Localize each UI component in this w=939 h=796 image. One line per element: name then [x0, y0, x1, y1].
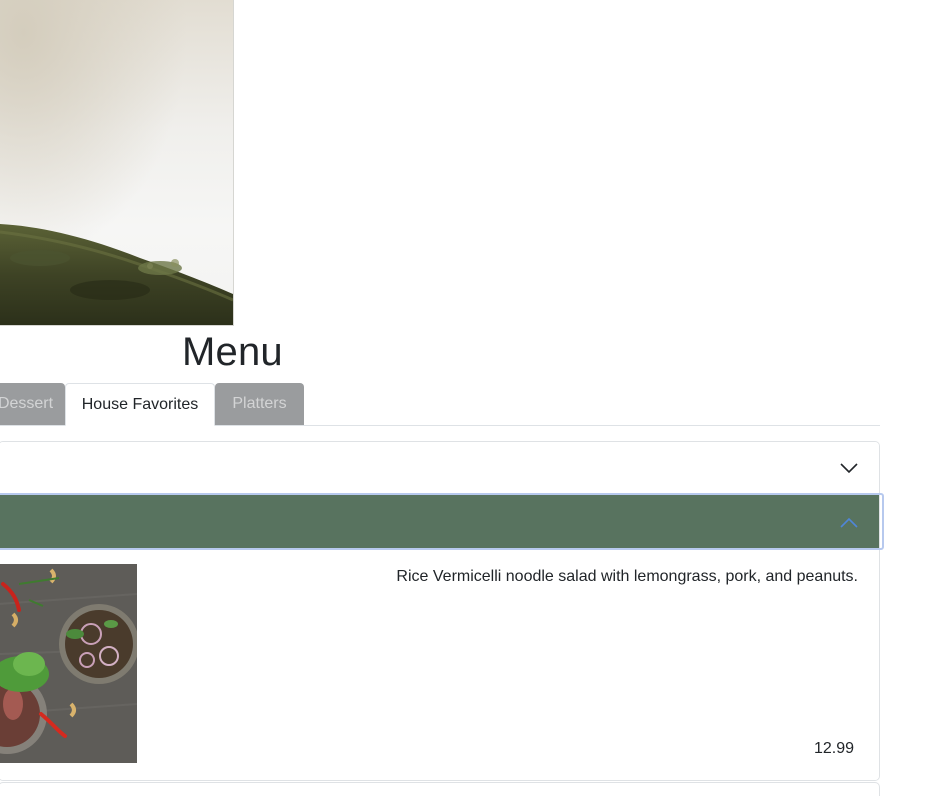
menu-tabs: Dessert House Favorites Platters: [0, 383, 880, 426]
tab-platters[interactable]: Platters: [215, 383, 304, 425]
noodle-salad-image: [0, 564, 137, 763]
accordion-header-expanded[interactable]: [0, 495, 879, 550]
accordion-body: Rice Vermicelli noodle salad with lemong…: [0, 552, 879, 780]
menu-accordion: Rice Vermicelli noodle salad with lemong…: [0, 441, 880, 781]
accordion-header-collapsed[interactable]: [0, 442, 879, 495]
item-price: 12.99: [813, 740, 854, 757]
tab-house-favorites[interactable]: House Favorites: [65, 383, 215, 426]
chevron-up-icon: [839, 517, 859, 529]
chevron-down-icon: [839, 462, 859, 474]
hero-image: [0, 0, 234, 326]
tab-dessert[interactable]: Dessert: [0, 383, 65, 425]
item-description: Rice Vermicelli noodle salad with lemong…: [396, 568, 858, 585]
next-accordion-item[interactable]: [0, 782, 880, 796]
menu-title: Menu: [182, 330, 283, 374]
page: Menu Dessert House Favorites Platters Ri…: [0, 0, 939, 796]
